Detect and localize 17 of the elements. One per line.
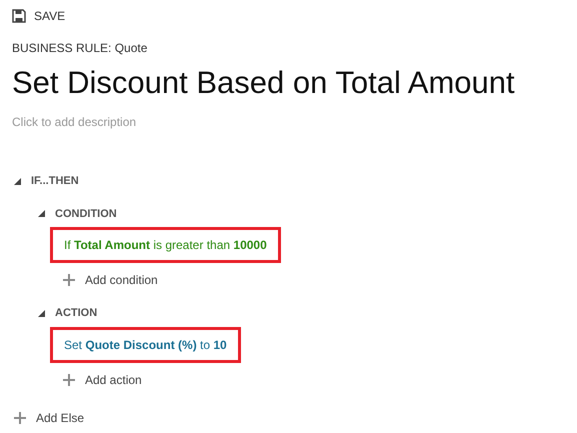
- plus-icon: [63, 374, 75, 386]
- rule-statement[interactable]: If Total Amount is greater than 10000: [50, 227, 281, 263]
- plus-icon: [63, 274, 75, 286]
- save-button[interactable]: SAVE: [12, 7, 66, 25]
- section-header[interactable]: ACTION: [38, 305, 98, 322]
- section-header[interactable]: CONDITION: [38, 206, 117, 222]
- collapse-triangle-icon[interactable]: [14, 178, 21, 185]
- collapse-triangle-icon[interactable]: [38, 210, 45, 218]
- if-then-header[interactable]: IF...THEN: [14, 173, 79, 190]
- entity-label: BUSINESS RULE: Quote: [11, 40, 148, 57]
- collapse-triangle-icon[interactable]: [38, 310, 45, 317]
- add-item-button[interactable]: Add condition: [63, 271, 158, 289]
- rule-title: Set Discount Based on Total Amount: [11, 64, 516, 102]
- rule-statement[interactable]: Set Quote Discount (%) to 10: [50, 326, 241, 362]
- add-else-button[interactable]: Add Else: [14, 408, 84, 426]
- plus-icon: [14, 412, 26, 424]
- add-item-button[interactable]: Add action: [63, 370, 142, 388]
